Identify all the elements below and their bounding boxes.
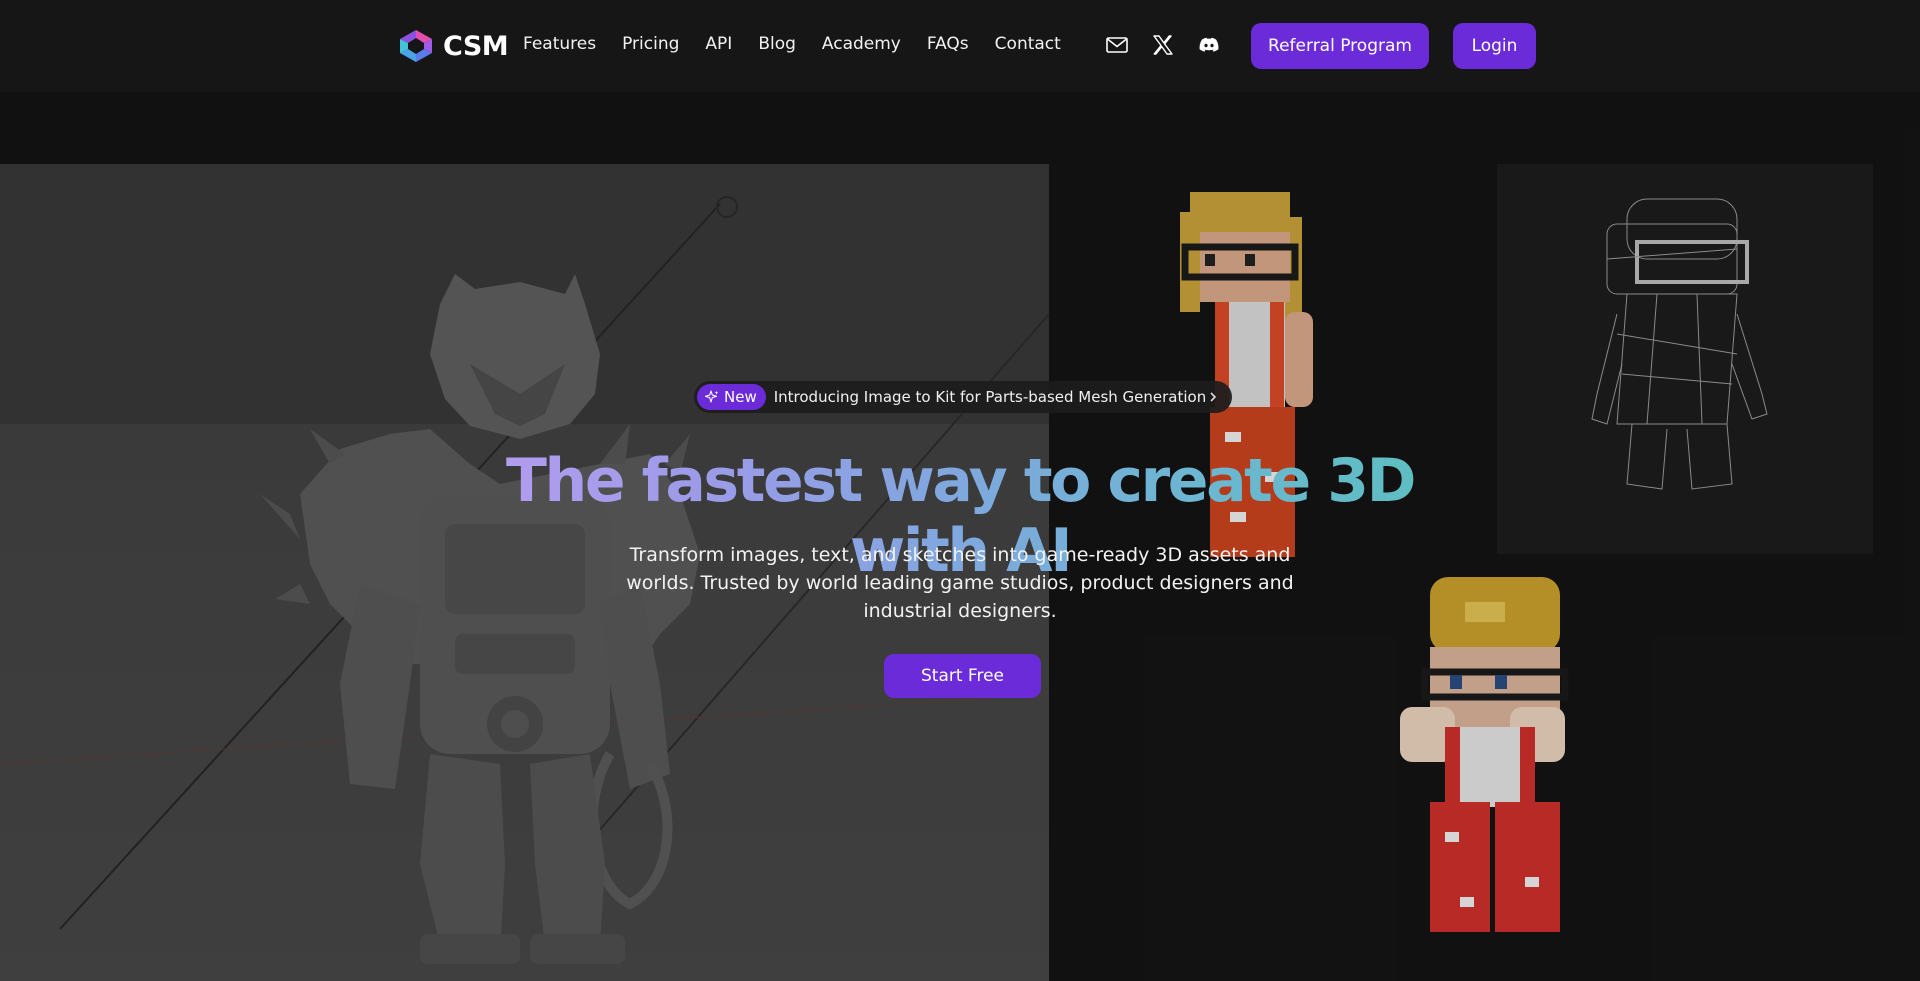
mail-icon[interactable] bbox=[1105, 33, 1129, 57]
announcement-banner[interactable]: New Introducing Image to Kit for Parts-b… bbox=[694, 381, 1232, 413]
social-icons bbox=[1105, 33, 1221, 57]
csm-logo-icon bbox=[400, 30, 432, 62]
discord-icon[interactable] bbox=[1197, 33, 1221, 57]
csm-logo[interactable]: CSM bbox=[397, 29, 509, 63]
sparkle-icon bbox=[705, 390, 719, 403]
logo-text: CSM bbox=[443, 30, 509, 62]
start-free-button[interactable]: Start Free bbox=[884, 654, 1041, 698]
nav-link-faqs[interactable]: FAQs bbox=[927, 34, 969, 54]
nav-links: Features Pricing API Blog Academy FAQs C… bbox=[523, 34, 1087, 54]
announcement-text: Introducing Image to Kit for Parts-based… bbox=[773, 388, 1207, 406]
nav-link-academy[interactable]: Academy bbox=[822, 34, 901, 54]
referral-program-button[interactable]: Referral Program bbox=[1251, 23, 1429, 69]
nav-link-pricing[interactable]: Pricing bbox=[622, 34, 679, 54]
nav-link-features[interactable]: Features bbox=[523, 34, 596, 54]
nav-link-blog[interactable]: Blog bbox=[758, 34, 796, 54]
nav-link-contact[interactable]: Contact bbox=[995, 34, 1061, 54]
new-badge: New bbox=[697, 384, 766, 410]
nav-link-api[interactable]: API bbox=[705, 34, 732, 54]
top-navigation: CSM Features Pricing API Blog Academy FA… bbox=[0, 0, 1920, 92]
login-button[interactable]: Login bbox=[1453, 23, 1536, 69]
hero-subtitle: Transform images, text, and sketches int… bbox=[626, 544, 1294, 622]
new-badge-label: New bbox=[724, 388, 757, 406]
chevron-right-icon bbox=[1210, 392, 1217, 402]
x-twitter-icon[interactable] bbox=[1151, 33, 1175, 57]
